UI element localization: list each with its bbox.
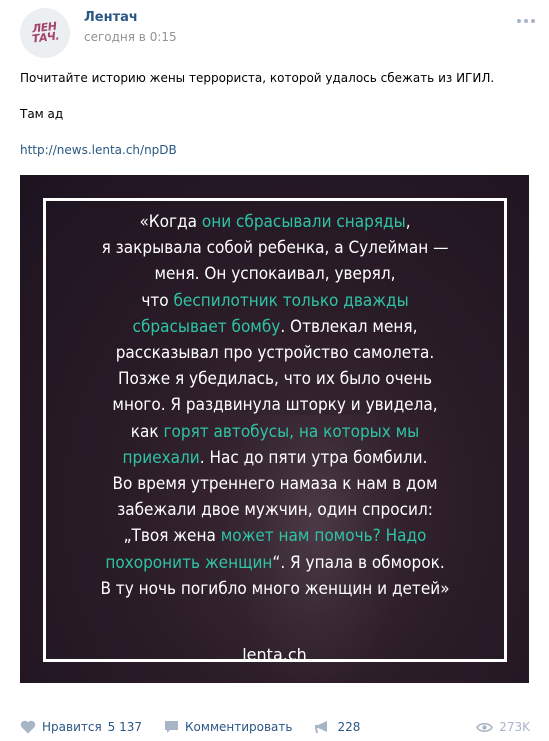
post-header: ЛЕН ТАЧ. Лентач сегодня в 0:15 — [17, 5, 177, 61]
eye-icon — [476, 722, 494, 733]
like-button[interactable]: Нравится 5 137 — [20, 720, 142, 734]
post-text-line: Почитайте историю жены террориста, котор… — [20, 71, 495, 85]
avatar[interactable]: ЛЕН ТАЧ. — [17, 5, 73, 61]
quote-text: «Когда они сбрасывали снаряды, я закрыва… — [100, 212, 450, 599]
heart-icon — [20, 720, 36, 734]
like-count: 5 137 — [107, 720, 143, 734]
comment-icon — [164, 720, 179, 734]
post-actions: Нравится 5 137 Комментировать 228 273K — [20, 716, 530, 738]
like-label: Нравится — [42, 720, 102, 734]
lentach-logo: ЛЕН ТАЧ. — [30, 20, 60, 46]
post-text: Почитайте историю жены террориста, котор… — [20, 71, 520, 179]
image-watermark: lenta.ch — [242, 645, 307, 664]
views-count: 273K — [499, 720, 530, 734]
share-button[interactable]: 228 — [314, 720, 360, 734]
author-name[interactable]: Лентач — [84, 10, 177, 26]
comment-label: Комментировать — [185, 720, 293, 734]
post-meta: Лентач сегодня в 0:15 — [84, 10, 177, 44]
post-link[interactable]: http://news.lenta.ch/npDB — [20, 143, 177, 157]
post-text-line: Там ад — [20, 107, 64, 121]
share-count: 228 — [337, 720, 361, 734]
comment-button[interactable]: Комментировать — [164, 720, 292, 734]
logo-text-bottom: ТАЧ. — [31, 29, 60, 46]
post-time[interactable]: сегодня в 0:15 — [84, 30, 177, 44]
post-image[interactable]: «Когда они сбрасывали снаряды, я закрыва… — [20, 175, 529, 683]
views-counter: 273K — [476, 720, 530, 734]
more-options-icon[interactable] — [517, 19, 535, 23]
megaphone-icon — [314, 720, 331, 734]
